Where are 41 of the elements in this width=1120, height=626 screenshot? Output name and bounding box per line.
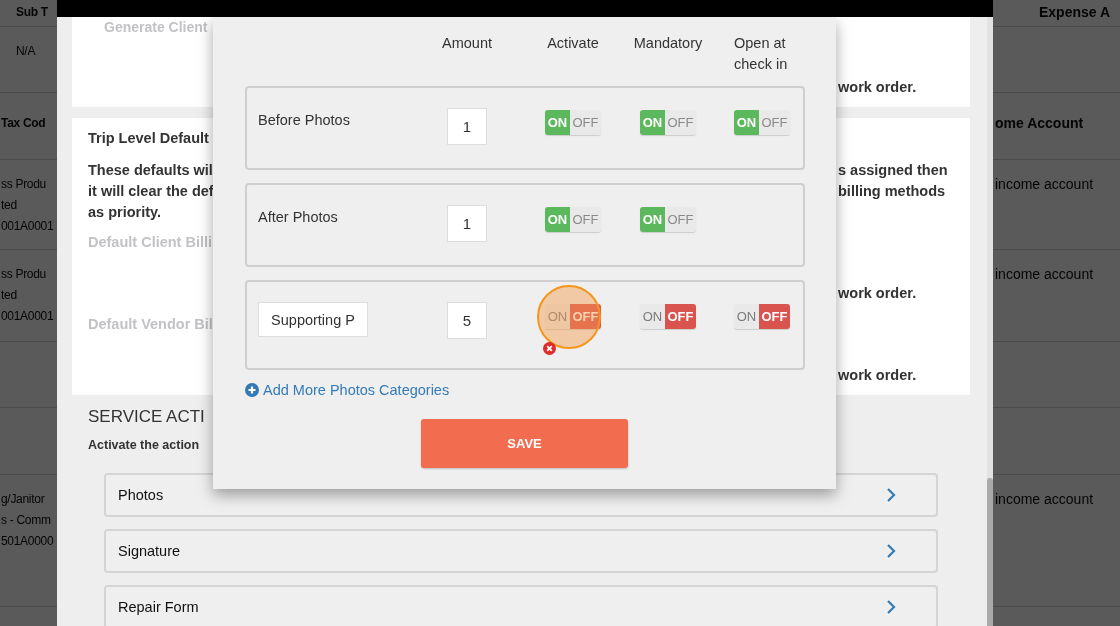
note-text: work order. — [838, 284, 917, 303]
description-text: s assigned then billing methods — [838, 161, 948, 201]
note-text: work order. — [838, 78, 917, 97]
table-cell-text: ss Produ ted 001A0001 — [0, 266, 55, 325]
field-label: Default Client Billi — [88, 233, 213, 252]
table-cell-text: income account — [994, 175, 1095, 194]
table-cell-text: N/A — [15, 43, 37, 60]
table-cell-text: Expense A — [1038, 3, 1112, 22]
field-label: Default Vendor Bil — [88, 315, 213, 334]
plus-circle-icon — [245, 383, 259, 397]
amount-field[interactable]: 1 — [447, 108, 487, 145]
scrollbar-thumb[interactable] — [987, 478, 993, 626]
column-header: Open at check in — [734, 34, 789, 74]
table-cell-text: ome Account — [994, 114, 1085, 133]
add-categories-link[interactable]: Add More Photos Categories — [245, 382, 450, 398]
table-cell-text: Tax Cod — [0, 115, 47, 132]
amount-field[interactable]: 5 — [447, 302, 487, 339]
category-name-field[interactable]: Supporting P — [258, 302, 368, 337]
table-cell-text: ss Produ ted 001A0001 — [0, 176, 55, 235]
chevron-right-icon — [886, 544, 896, 558]
table-cell-text: income account — [994, 265, 1095, 284]
note-text: work order. — [838, 366, 917, 385]
chevron-right-icon — [886, 600, 896, 614]
column-header: Mandatory — [633, 34, 703, 53]
service-action-item[interactable]: Signature — [104, 529, 938, 573]
section-hint: Activate the action — [88, 437, 200, 454]
section-title: SERVICE ACTI — [88, 406, 205, 428]
table-cell-text: g/Janitor s - Comm 501A0000 — [0, 491, 55, 550]
field-label: Generate Client — [104, 18, 209, 37]
column-header: Amount — [442, 34, 492, 53]
table-cell-text: Sub T — [15, 4, 49, 21]
category-name: After Photos — [258, 208, 339, 225]
save-button[interactable]: SAVE — [421, 419, 628, 468]
table-cell-text: income account — [994, 490, 1095, 509]
amount-field[interactable]: 1 — [447, 205, 487, 242]
category-name: Before Photos — [258, 111, 351, 128]
chevron-right-icon — [886, 488, 896, 502]
card-title: Trip Level Default — [88, 129, 209, 148]
description-text: These defaults wil it will clear the def as priority. — [88, 161, 214, 222]
service-action-item[interactable]: Repair Form — [104, 585, 938, 626]
column-header: Activate — [547, 34, 599, 53]
